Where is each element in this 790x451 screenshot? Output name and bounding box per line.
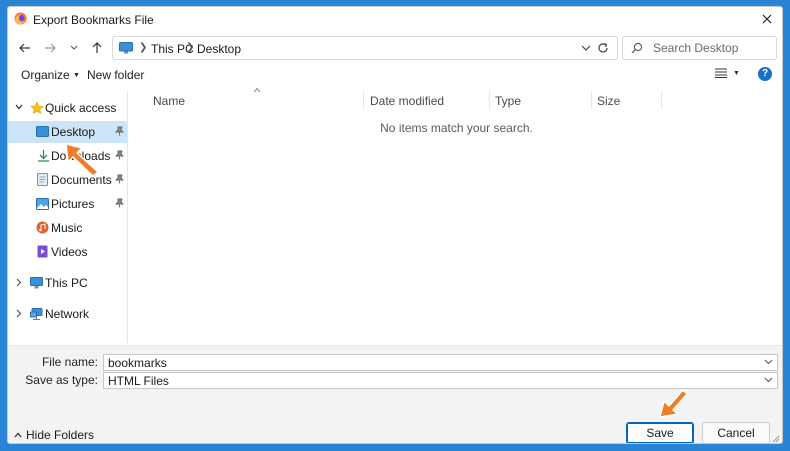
new-folder-button[interactable]: New folder	[87, 68, 144, 82]
save-as-type-value: HTML Files	[108, 374, 169, 388]
chevron-right-icon	[16, 309, 22, 318]
monitor-icon	[30, 277, 43, 289]
forward-button[interactable]	[39, 38, 61, 58]
back-button[interactable]	[14, 38, 36, 58]
caret-down-icon: ▼	[73, 72, 80, 79]
navigation-pane: Quick access Desktop Downloads Documents…	[8, 91, 128, 343]
column-divider[interactable]	[489, 91, 490, 109]
address-bar[interactable]: ❯ This PC ❯ Desktop	[112, 36, 618, 60]
videos-icon	[37, 245, 48, 258]
chevron-up-icon	[14, 432, 22, 438]
close-icon	[762, 14, 772, 24]
breadcrumb-separator: ❯	[186, 42, 195, 53]
chevron-down-icon	[15, 104, 23, 110]
hide-folders-button[interactable]: Hide Folders	[14, 428, 94, 442]
window-title: Export Bookmarks File	[33, 13, 154, 27]
sidebar-item-label: Music	[51, 221, 83, 235]
sidebar-item-label: Desktop	[51, 125, 96, 139]
chevron-down-icon[interactable]	[581, 42, 591, 54]
chevron-right-icon	[16, 278, 22, 287]
breadcrumb-separator: ❯	[139, 42, 148, 53]
search-box[interactable]	[622, 36, 777, 60]
sidebar-item-quick-access[interactable]: Quick access	[8, 97, 127, 119]
command-bar: Organize ▼ New folder ▼ ?	[8, 65, 782, 87]
save-as-type-label: Save as type:	[25, 373, 98, 387]
column-divider[interactable]	[363, 91, 364, 109]
pin-icon	[115, 198, 124, 208]
resize-grip-icon[interactable]	[772, 435, 780, 443]
column-header-size[interactable]: Size	[597, 94, 620, 108]
breadcrumb-desktop[interactable]: Desktop	[197, 42, 241, 56]
chevron-down-icon[interactable]	[764, 357, 773, 367]
sidebar-item-videos[interactable]: Videos	[8, 241, 127, 263]
pin-icon	[115, 150, 124, 160]
column-header-date-modified[interactable]: Date modified	[370, 94, 444, 108]
cancel-button[interactable]: Cancel	[702, 422, 770, 443]
sidebar-item-pictures[interactable]: Pictures	[8, 193, 127, 215]
chevron-down-icon	[70, 45, 78, 50]
caret-down-icon: ▼	[733, 69, 740, 77]
search-icon	[631, 42, 643, 54]
help-button[interactable]: ?	[758, 67, 772, 81]
pointer-arrow-icon	[659, 389, 688, 418]
column-header-name[interactable]: Name	[153, 94, 185, 108]
sidebar-item-label: Videos	[51, 245, 88, 259]
file-name-field[interactable]: bookmarks	[103, 354, 778, 371]
arrow-right-icon	[45, 43, 56, 53]
column-divider[interactable]	[591, 91, 592, 109]
star-icon	[30, 101, 44, 115]
sidebar-item-this-pc[interactable]: This PC	[8, 272, 127, 294]
title-bar: Export Bookmarks File	[8, 7, 782, 31]
close-button[interactable]	[752, 7, 782, 31]
sidebar-item-desktop[interactable]: Desktop	[8, 121, 127, 143]
pictures-icon	[36, 198, 49, 210]
recent-locations-button[interactable]	[63, 38, 85, 58]
sidebar-item-label: This PC	[45, 276, 88, 290]
file-name-label: File name:	[41, 355, 98, 369]
music-icon	[36, 221, 49, 234]
search-input[interactable]	[651, 40, 771, 56]
column-header-type[interactable]: Type	[495, 94, 521, 108]
save-button[interactable]: Save	[626, 422, 694, 443]
pin-icon	[115, 174, 124, 184]
chevron-down-icon[interactable]	[764, 375, 773, 385]
arrow-up-icon	[92, 42, 102, 53]
sidebar-item-network[interactable]: Network	[8, 303, 127, 325]
file-list: Name Date modified Type Size No items ma…	[129, 87, 782, 343]
up-button[interactable]	[86, 38, 108, 58]
list-view-icon	[715, 68, 727, 78]
network-icon	[30, 308, 43, 320]
column-divider[interactable]	[661, 91, 662, 109]
monitor-icon	[119, 42, 133, 54]
arrow-left-icon	[19, 43, 30, 53]
export-bookmarks-dialog: Export Bookmarks File ❯ This PC ❯ Deskto…	[7, 6, 783, 444]
download-icon	[38, 150, 49, 162]
pin-icon	[115, 126, 124, 136]
organize-button[interactable]: Organize ▼	[21, 68, 80, 82]
desktop-icon	[36, 126, 49, 137]
firefox-icon	[14, 12, 27, 25]
empty-state-message: No items match your search.	[380, 121, 533, 135]
file-name-value: bookmarks	[108, 356, 167, 370]
sidebar-item-music[interactable]: Music	[8, 217, 127, 239]
change-view-button[interactable]: ▼	[715, 68, 740, 78]
navigation-bar: ❯ This PC ❯ Desktop	[8, 34, 782, 62]
refresh-button[interactable]	[592, 38, 614, 58]
sidebar-item-label: Quick access	[45, 101, 117, 115]
sidebar-item-label: Network	[45, 307, 90, 321]
documents-icon	[37, 173, 48, 186]
sort-caret-icon	[253, 87, 261, 93]
pointer-arrow-icon	[65, 143, 99, 177]
refresh-icon	[598, 42, 608, 53]
sidebar-item-label: Pictures	[51, 197, 95, 211]
